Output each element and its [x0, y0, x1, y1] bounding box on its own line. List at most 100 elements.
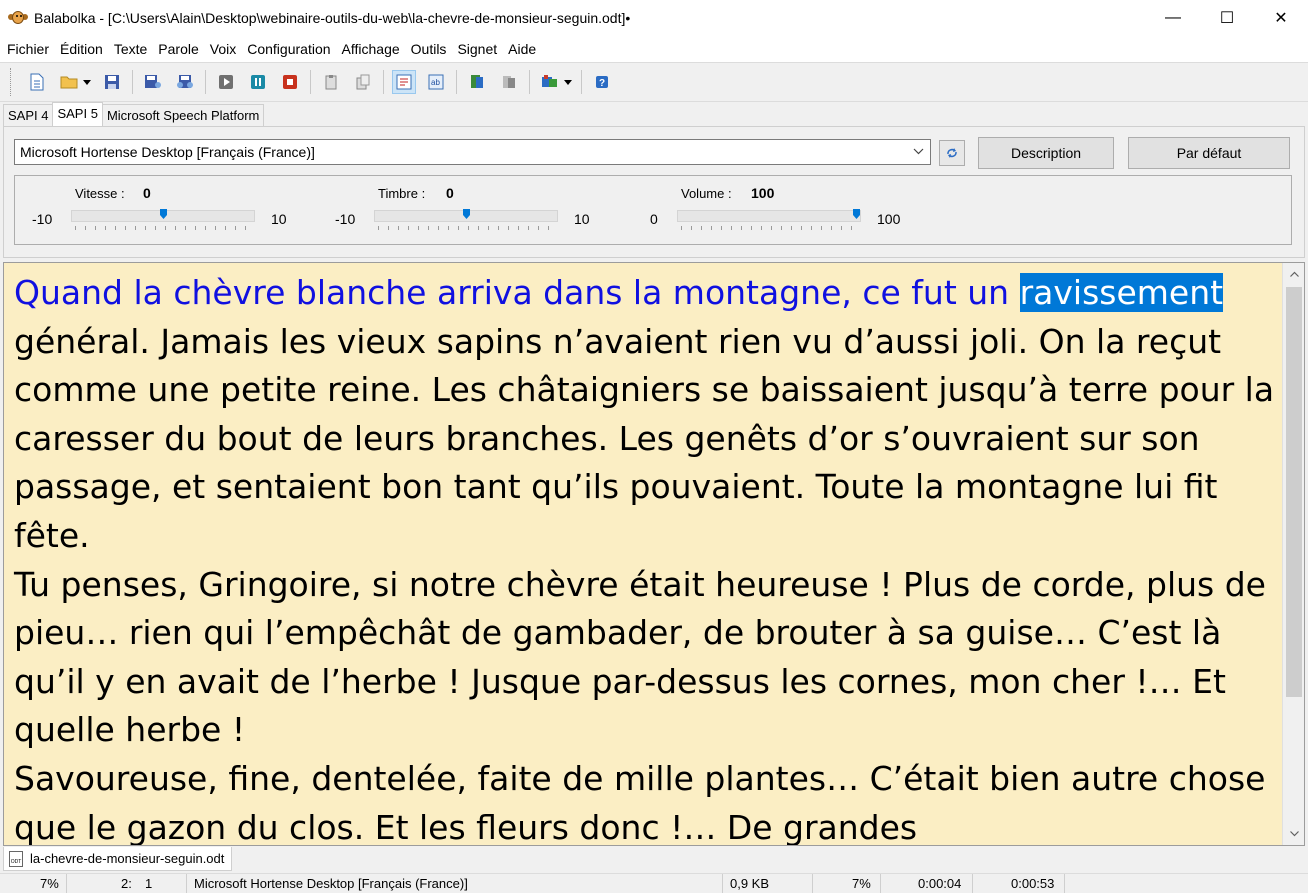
status-voice: Microsoft Hortense Desktop [Français (Fr…: [194, 876, 468, 891]
default-button[interactable]: Par défaut: [1128, 137, 1290, 169]
status-separator: [66, 874, 67, 893]
toolbar-grip[interactable]: [10, 68, 13, 96]
tab-sapi4[interactable]: SAPI 4: [3, 104, 54, 126]
stop-icon[interactable]: [278, 70, 302, 94]
spoken-text: Quand la chèvre blanche arriva dans la m…: [14, 273, 1020, 312]
tab-microsoft-speech-platform[interactable]: Microsoft Speech Platform: [101, 104, 265, 126]
editor-paragraph-2: Tu penses, Gringoire, si notre chèvre ét…: [14, 564, 1266, 750]
menu-voix[interactable]: Voix: [210, 41, 236, 57]
chevron-down-icon[interactable]: [913, 144, 924, 158]
tab-sapi5[interactable]: SAPI 5: [52, 102, 103, 126]
toolbar: ab ?: [0, 62, 1308, 102]
svg-text:ab: ab: [431, 78, 440, 87]
voices-icon[interactable]: [538, 70, 562, 94]
speed-slider-group: Vitesse : 0 -10 10: [15, 176, 315, 246]
title-bar: Balabolka - [C:\Users\Alain\Desktop\webi…: [0, 0, 1308, 36]
speech-engine-tabs: SAPI 4 SAPI 5 Microsoft Speech Platform: [3, 102, 265, 126]
editor-vertical-scrollbar[interactable]: [1282, 263, 1304, 845]
menu-signet[interactable]: Signet: [457, 41, 497, 57]
balabolka-app-icon: [8, 11, 28, 25]
scroll-thumb[interactable]: [1286, 287, 1302, 697]
voice-select[interactable]: Microsoft Hortense Desktop [Français (Fr…: [14, 139, 931, 165]
voices-dropdown-icon[interactable]: [563, 70, 573, 94]
document-tab-label: la-chevre-de-monsieur-seguin.odt: [30, 851, 225, 866]
status-separator: [186, 874, 187, 893]
help-icon[interactable]: ?: [590, 70, 614, 94]
play-icon[interactable]: [214, 70, 238, 94]
menu-configuration[interactable]: Configuration: [247, 41, 330, 57]
pitch-value: 0: [446, 185, 454, 201]
speed-max: 10: [271, 211, 287, 227]
toolbar-separator: [132, 70, 133, 94]
scroll-up-icon[interactable]: [1283, 263, 1304, 285]
menu-aide[interactable]: Aide: [508, 41, 536, 57]
status-cursor-line: 2:: [121, 876, 132, 891]
voice-select-value: Microsoft Hortense Desktop [Français (Fr…: [20, 144, 315, 160]
status-size: 0,9 KB: [730, 876, 770, 891]
text-view-icon[interactable]: [392, 70, 416, 94]
status-separator: [812, 874, 813, 893]
highlighted-word: ravissement: [1019, 273, 1224, 312]
voice-sliders-box: Vitesse : 0 -10 10 Timbre : 0 -10 10 Vol…: [14, 175, 1292, 245]
menu-edition[interactable]: Édition: [60, 41, 103, 57]
close-button[interactable]: ✕: [1254, 0, 1308, 36]
text-editor[interactable]: Quand la chèvre blanche arriva dans la m…: [3, 262, 1305, 846]
refresh-icon: [947, 148, 957, 158]
goto-bookmark-icon[interactable]: [497, 70, 521, 94]
watch-clipboard-icon[interactable]: [351, 70, 375, 94]
status-percent: 7%: [852, 876, 871, 891]
toolbar-separator: [456, 70, 457, 94]
minimize-button[interactable]: —: [1146, 0, 1200, 36]
volume-max: 100: [877, 211, 901, 227]
status-separator: [722, 874, 723, 893]
editor-text[interactable]: Quand la chèvre blanche arriva dans la m…: [14, 269, 1279, 846]
pitch-slider-ticks: [378, 226, 554, 230]
menu-parole[interactable]: Parole: [158, 41, 198, 57]
maximize-button[interactable]: ☐: [1200, 0, 1254, 36]
pitch-min: -10: [335, 211, 356, 227]
status-total: 0:00:53: [1011, 876, 1055, 891]
editor-paragraph-1-rest: général. Jamais les vieux sapins n’avaie…: [14, 321, 1275, 555]
save-audio-icon[interactable]: [141, 70, 165, 94]
menu-texte[interactable]: Texte: [114, 41, 147, 57]
menu-affichage[interactable]: Affichage: [342, 41, 400, 57]
pause-icon[interactable]: [246, 70, 270, 94]
toolbar-separator: [205, 70, 206, 94]
status-separator: [880, 874, 881, 893]
menu-fichier[interactable]: Fichier: [7, 41, 49, 57]
batch-convert-icon[interactable]: [173, 70, 197, 94]
odt-file-icon: ODT: [9, 850, 23, 867]
volume-slider-track[interactable]: [677, 210, 861, 222]
open-folder-icon[interactable]: [57, 70, 81, 94]
new-document-icon[interactable]: [25, 70, 49, 94]
toolbar-separator: [383, 70, 384, 94]
status-bar: 7% 2: 1 Microsoft Hortense Desktop [Fran…: [0, 873, 1308, 893]
pitch-max: 10: [574, 211, 590, 227]
voice-settings-panel: Microsoft Hortense Desktop [Français (Fr…: [3, 126, 1305, 258]
status-progress: 7%: [40, 876, 59, 891]
save-icon[interactable]: [100, 70, 124, 94]
menu-outils[interactable]: Outils: [411, 41, 447, 57]
status-elapsed: 0:00:04: [918, 876, 962, 891]
toolbar-separator: [529, 70, 530, 94]
scroll-down-icon[interactable]: [1283, 823, 1304, 845]
editor-paragraph-3: Savoureuse, fine, dentelée, faite de mil…: [14, 758, 1266, 846]
open-recent-dropdown-icon[interactable]: [82, 70, 92, 94]
spell-check-icon[interactable]: ab: [424, 70, 448, 94]
speed-min: -10: [32, 211, 53, 227]
status-separator: [1064, 874, 1065, 893]
status-separator: [972, 874, 973, 893]
speed-label: Vitesse :: [75, 186, 125, 201]
volume-value: 100: [751, 185, 775, 201]
status-cursor-col: 1: [145, 876, 153, 891]
speed-slider-ticks: [75, 226, 251, 230]
add-bookmark-icon[interactable]: [465, 70, 489, 94]
pitch-slider-group: Timbre : 0 -10 10: [318, 176, 618, 246]
document-tab[interactable]: ODT la-chevre-de-monsieur-seguin.odt: [3, 847, 233, 871]
description-button[interactable]: Description: [978, 137, 1114, 169]
pitch-label: Timbre :: [378, 186, 426, 201]
speed-value: 0: [143, 185, 151, 201]
window-title: Balabolka - [C:\Users\Alain\Desktop\webi…: [34, 10, 631, 26]
refresh-voices-button[interactable]: [939, 140, 965, 166]
read-clipboard-icon[interactable]: [319, 70, 343, 94]
